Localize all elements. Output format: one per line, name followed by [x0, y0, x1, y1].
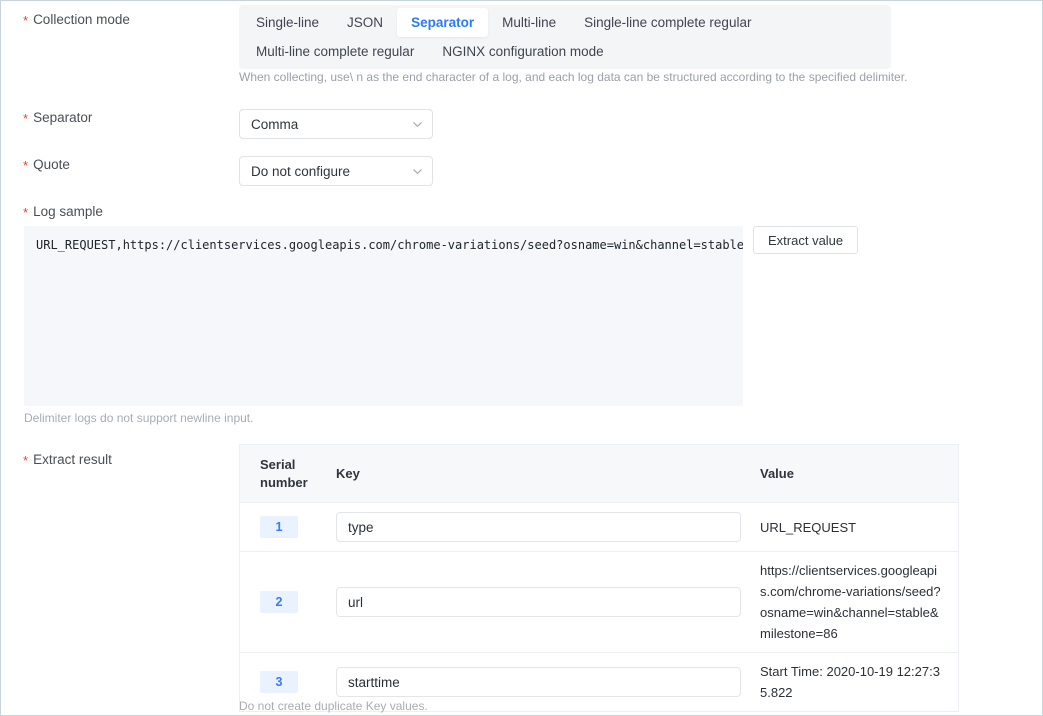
collection-mode-label-text: Collection mode	[33, 12, 130, 27]
chevron-down-icon	[413, 121, 422, 127]
separator-label-text: Separator	[33, 110, 93, 125]
separator-row: * Separator Comma	[1, 109, 433, 139]
serial-badge: 2	[260, 591, 298, 613]
serial-cell: 1	[240, 516, 326, 538]
tab-single-line[interactable]: Single-line	[242, 8, 333, 37]
extract-result-hint: Do not create duplicate Key values.	[239, 699, 428, 713]
table-row: 2 https://clientservices.googleapis.com/…	[240, 552, 958, 653]
collection-mode-label: * Collection mode	[1, 11, 211, 29]
separator-label: * Separator	[1, 109, 211, 127]
collection-mode-row: * Collection mode	[1, 11, 211, 29]
value-text: Start Time: 2020-10-19 12:27:35.822	[760, 664, 940, 700]
required-asterisk-icon: *	[23, 111, 29, 126]
extract-result-table: Serial number Key Value 1 URL_REQUEST 2	[239, 444, 959, 712]
separator-selected-value: Comma	[251, 116, 299, 132]
required-asterisk-icon: *	[23, 205, 29, 220]
key-input[interactable]	[336, 667, 741, 697]
log-sample-textarea[interactable]	[24, 226, 743, 406]
collection-mode-tabs: Single-line JSON Separator Multi-line Si…	[239, 5, 891, 69]
tab-multi-line[interactable]: Multi-line	[488, 8, 570, 37]
table-header: Serial number Key Value	[240, 445, 958, 503]
extract-value-button[interactable]: Extract value	[753, 226, 859, 254]
extract-result-label: * Extract result	[1, 451, 211, 469]
serial-cell: 2	[240, 591, 326, 613]
separator-select[interactable]: Comma	[239, 109, 433, 139]
value-text: https://clientservices.googleapis.com/ch…	[760, 563, 941, 641]
column-header-key: Key	[336, 465, 360, 481]
log-sample-label: * Log sample	[1, 203, 211, 221]
log-sample-label-text: Log sample	[33, 204, 103, 219]
tab-single-line-complete-regular[interactable]: Single-line complete regular	[570, 8, 765, 37]
value-text: URL_REQUEST	[760, 519, 857, 535]
key-input[interactable]	[336, 587, 741, 617]
quote-select[interactable]: Do not configure	[239, 156, 433, 186]
tab-multi-line-complete-regular[interactable]: Multi-line complete regular	[242, 37, 428, 66]
table-row: 1 URL_REQUEST	[240, 503, 958, 552]
tab-separator[interactable]: Separator	[397, 8, 489, 37]
extract-result-label-row: * Extract result	[1, 451, 211, 469]
serial-cell: 3	[240, 671, 326, 693]
collection-mode-hint: When collecting, use\ n as the end chara…	[239, 70, 908, 84]
column-header-value: Value	[760, 465, 794, 481]
serial-badge: 3	[260, 671, 298, 693]
quote-row: * Quote Do not configure	[1, 156, 433, 186]
key-cell	[326, 667, 754, 697]
required-asterisk-icon: *	[23, 13, 29, 28]
quote-label-text: Quote	[33, 157, 70, 172]
chevron-down-icon	[413, 168, 422, 174]
log-sample-hint: Delimiter logs do not support newline in…	[24, 411, 254, 425]
key-cell	[326, 512, 754, 542]
required-asterisk-icon: *	[23, 158, 29, 173]
tab-json[interactable]: JSON	[333, 8, 397, 37]
collection-mode-tabgroup-wrap: Single-line JSON Separator Multi-line Si…	[239, 5, 891, 69]
column-header-serial-number: Serial number	[260, 456, 308, 490]
required-asterisk-icon: *	[23, 453, 29, 468]
quote-label: * Quote	[1, 156, 211, 174]
extract-result-label-text: Extract result	[33, 452, 112, 467]
tab-nginx-configuration-mode[interactable]: NGINX configuration mode	[428, 37, 617, 66]
log-sample-label-row: * Log sample	[1, 203, 211, 221]
key-input[interactable]	[336, 512, 741, 542]
serial-badge: 1	[260, 516, 298, 538]
value-cell: https://clientservices.googleapis.com/ch…	[754, 560, 958, 644]
log-structuring-form: * Collection mode Single-line JSON Separa…	[0, 0, 1043, 716]
value-cell: URL_REQUEST	[754, 517, 958, 538]
log-sample-input-area: Extract value	[24, 226, 859, 406]
value-cell: Start Time: 2020-10-19 12:27:35.822	[754, 661, 958, 703]
quote-selected-value: Do not configure	[251, 163, 351, 179]
key-cell	[326, 587, 754, 617]
